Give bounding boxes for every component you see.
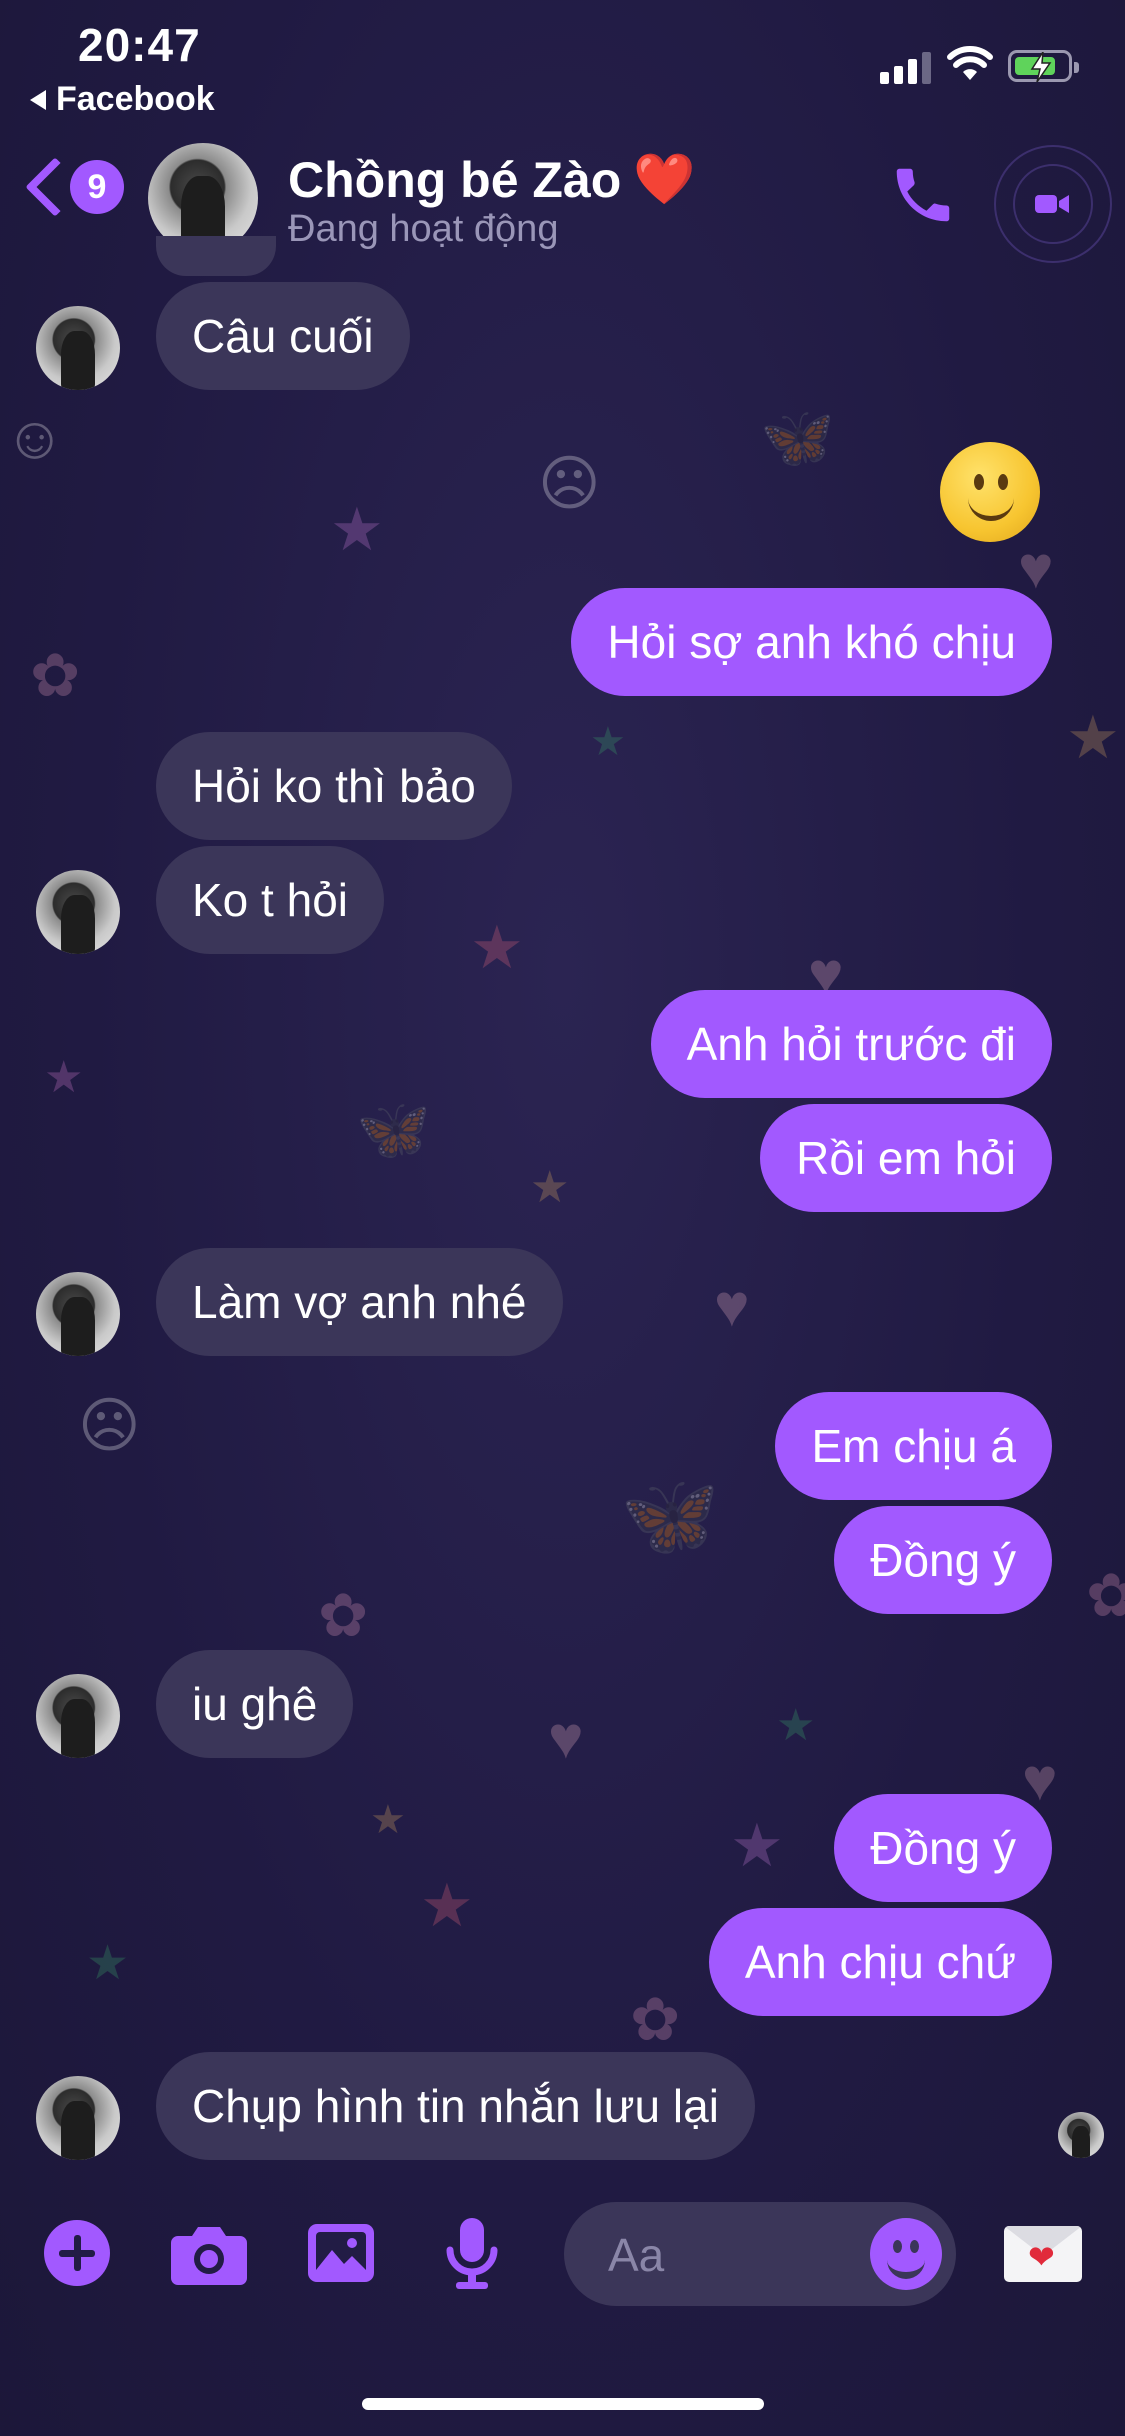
- message-bubble-incoming[interactable]: Hỏi ko thì bảo: [156, 732, 512, 840]
- message-bubble-outgoing[interactable]: Em chịu á: [775, 1392, 1052, 1500]
- heart-sticker: ♥: [1018, 534, 1054, 601]
- microphone-icon[interactable]: [444, 2216, 500, 2292]
- back-chevron-icon: [25, 157, 85, 217]
- butterfly-sticker: 🦋: [760, 404, 835, 471]
- battery-icon: [1008, 50, 1079, 82]
- contact-name-text: Chồng bé Zào: [288, 151, 622, 208]
- flower-sticker: ✿: [318, 1582, 369, 1649]
- contact-name[interactable]: Chồng bé Zào ❤️: [288, 150, 696, 209]
- back-to-app-link[interactable]: Facebook: [30, 80, 215, 119]
- message-bubble-partial: [156, 236, 276, 276]
- cellular-signal-icon: [880, 52, 931, 84]
- sender-avatar[interactable]: [36, 1272, 120, 1356]
- seen-indicator-avatar: [1058, 2112, 1104, 2158]
- star-sticker: ★: [1066, 704, 1120, 771]
- star-sticker: ★: [420, 1872, 474, 1939]
- message-input-container: [564, 2202, 956, 2306]
- star-sticker: ★: [370, 1798, 406, 1842]
- sender-avatar[interactable]: [36, 1674, 120, 1758]
- star-sticker: ★: [44, 1053, 84, 1102]
- flower-sticker: ✿: [630, 1986, 681, 2053]
- message-bubble-outgoing[interactable]: Anh hỏi trước đi: [650, 990, 1052, 1098]
- gallery-icon[interactable]: [306, 2222, 376, 2284]
- back-triangle-icon: [30, 89, 46, 110]
- star-sticker: ★: [530, 1163, 570, 1212]
- composer-bar: ❤: [0, 2190, 1125, 2330]
- back-app-label: Facebook: [56, 80, 215, 118]
- emoji-icon[interactable]: [870, 2218, 942, 2290]
- status-bar: 20:47 Facebook: [0, 0, 1125, 130]
- sender-avatar[interactable]: [36, 2076, 120, 2160]
- star-sticker: ★: [590, 720, 626, 764]
- message-bubble-incoming[interactable]: Làm vợ anh nhé: [156, 1248, 563, 1356]
- message-bubble-incoming[interactable]: Câu cuối: [156, 282, 410, 390]
- message-input[interactable]: [606, 2226, 870, 2284]
- video-camera-icon: [1035, 195, 1069, 213]
- back-button[interactable]: 9: [24, 157, 124, 217]
- smiley-sticker: ☹: [538, 450, 601, 517]
- message-bubble-outgoing[interactable]: Rồi em hỏi: [760, 1104, 1052, 1212]
- message-bubble-outgoing[interactable]: Đồng ý: [834, 1794, 1052, 1902]
- home-indicator: [362, 2398, 764, 2410]
- camera-icon[interactable]: [170, 2224, 248, 2286]
- wifi-icon: [947, 46, 993, 80]
- video-call-button[interactable]: [994, 145, 1112, 263]
- message-bubble-incoming[interactable]: Chụp hình tin nhắn lưu lại: [156, 2052, 755, 2160]
- heart-sticker: ♥: [714, 1272, 750, 1339]
- heart-sticker: ♥: [1022, 1746, 1058, 1813]
- star-sticker: ★: [330, 496, 384, 563]
- phone-icon[interactable]: [888, 160, 958, 230]
- heart-emoji: ❤️: [633, 151, 696, 207]
- heart-sticker: ♥: [548, 1704, 584, 1771]
- smiley-sticker: ☹: [78, 1392, 141, 1459]
- star-sticker: ★: [470, 914, 524, 981]
- message-bubble-outgoing[interactable]: Đồng ý: [834, 1506, 1052, 1614]
- butterfly-sticker: 🦋: [356, 1096, 431, 1163]
- presence-status: Đang hoạt động: [288, 208, 559, 250]
- smiley-emoji-message[interactable]: [940, 442, 1040, 542]
- message-bubble-outgoing[interactable]: Anh chịu chứ: [708, 1908, 1052, 2016]
- message-bubble-incoming[interactable]: Ko t hỏi: [156, 846, 384, 954]
- message-bubble-outgoing[interactable]: Hỏi sợ anh khó chịu: [571, 588, 1052, 696]
- star-sticker: ★: [730, 1812, 784, 1879]
- butterfly-sticker: 🦋: [620, 1471, 720, 1560]
- sender-avatar[interactable]: [36, 870, 120, 954]
- smiley-sticker: ☺: [4, 404, 66, 471]
- flower-sticker: ✿: [1086, 1562, 1125, 1629]
- status-time: 20:47: [78, 19, 201, 71]
- plus-button[interactable]: [44, 2220, 110, 2286]
- message-bubble-incoming[interactable]: iu ghê: [156, 1650, 354, 1758]
- flower-sticker: ✿: [30, 642, 81, 709]
- star-sticker: ★: [776, 1701, 816, 1750]
- star-sticker: ★: [86, 1937, 130, 1990]
- sender-avatar[interactable]: [36, 306, 120, 390]
- heart-envelope-icon[interactable]: ❤: [1004, 2226, 1082, 2282]
